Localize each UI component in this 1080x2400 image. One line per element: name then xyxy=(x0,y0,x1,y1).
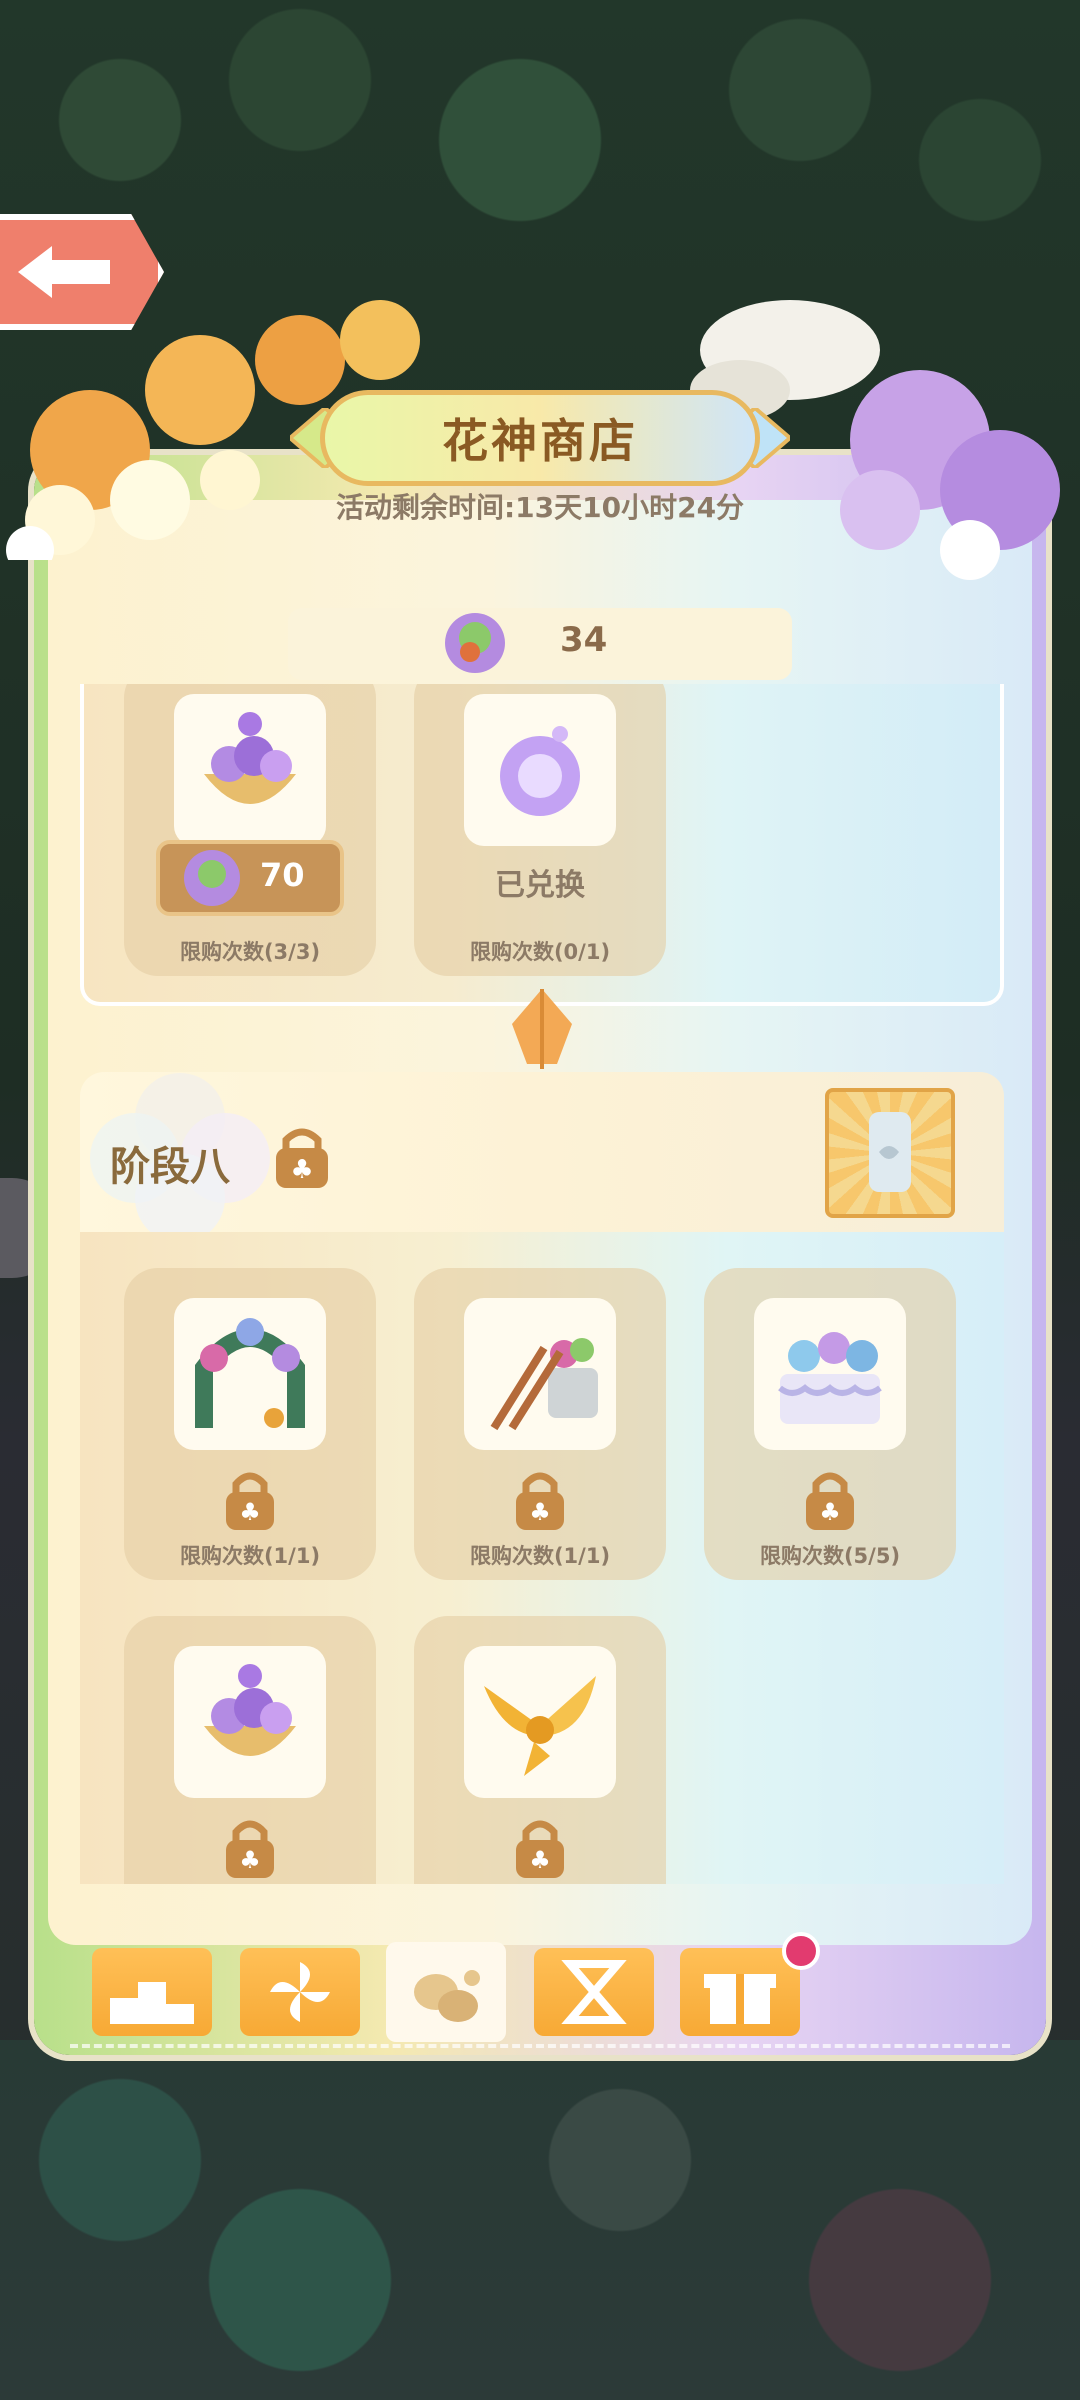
shop-item-card[interactable]: ♣ 限购次数(1/1) xyxy=(414,1268,666,1580)
notification-dot xyxy=(782,1932,820,1970)
tab-gift[interactable] xyxy=(680,1948,800,2036)
coins-icon xyxy=(414,1970,480,2022)
page-title: 花神商店 xyxy=(442,414,638,468)
flower-cake-icon xyxy=(778,1332,882,1424)
flower-basket-icon xyxy=(204,712,296,804)
redeemed-status: 已兑换 xyxy=(495,868,585,903)
shop-item-card[interactable]: 70 限购次数(3/3) xyxy=(124,684,376,976)
leaf-divider-icon xyxy=(512,989,572,1069)
reward-bottle-icon xyxy=(869,1112,911,1192)
svg-text:♣: ♣ xyxy=(239,1498,261,1526)
item-frame xyxy=(754,1298,906,1450)
item-frame xyxy=(464,694,616,846)
purchase-limit: 限购次数(0/1) xyxy=(469,940,611,964)
lock-icon: ♣ xyxy=(516,1820,564,1878)
lock-icon: ♣ xyxy=(226,1472,274,1530)
lock-icon: ♣ xyxy=(516,1472,564,1530)
lock-icon: ♣ xyxy=(226,1820,274,1878)
purchase-limit: 限购次数(1/1) xyxy=(469,1544,611,1568)
svg-text:♣: ♣ xyxy=(290,1155,313,1185)
item-frame xyxy=(174,1646,326,1798)
currency-value: 34 xyxy=(560,620,608,660)
background-garden xyxy=(0,2040,1080,2400)
tab-shop[interactable] xyxy=(386,1942,506,2042)
event-countdown: 活动剩余时间:13天10小时24分 xyxy=(335,491,745,524)
svg-text:♣: ♣ xyxy=(819,1498,841,1526)
lock-icon: ♣ xyxy=(276,1128,328,1188)
tab-hourglass[interactable] xyxy=(534,1948,654,2036)
tab-divider xyxy=(70,2044,1010,2048)
price-value: 70 xyxy=(260,856,305,894)
pinwheel-icon xyxy=(270,1962,330,2022)
flower-token-icon xyxy=(445,613,505,673)
lock-icon: ♣ xyxy=(806,1472,854,1530)
item-frame xyxy=(464,1646,616,1798)
podium-icon xyxy=(110,1982,194,2024)
stage-reward-chest[interactable] xyxy=(825,1088,955,1218)
purchase-limit: 限购次数(3/3) xyxy=(179,940,321,964)
stage-title: 阶段八 xyxy=(110,1144,230,1190)
garden-ladder-icon xyxy=(490,1338,598,1431)
purple-orb-icon xyxy=(500,726,580,816)
flower-basket-icon xyxy=(204,1664,296,1756)
title-banner: 花神商店 xyxy=(320,390,760,486)
back-arrow-icon xyxy=(18,246,110,298)
golden-wings-icon xyxy=(484,1676,596,1776)
svg-text:♣: ♣ xyxy=(529,1846,551,1874)
svg-text:♣: ♣ xyxy=(239,1846,261,1874)
gift-icon xyxy=(704,1974,776,2024)
tab-pinwheel[interactable] xyxy=(240,1948,360,2036)
item-frame xyxy=(464,1298,616,1450)
currency-display xyxy=(288,608,792,680)
item-frame xyxy=(174,1298,326,1450)
purchase-limit: 限购次数(1/1) xyxy=(179,1544,321,1568)
shop-item-card[interactable]: ♣ 限购次数(1/1) xyxy=(124,1268,376,1580)
purchase-limit: 限购次数(5/5) xyxy=(759,1544,901,1568)
shop-item-card[interactable]: 已兑换 限购次数(0/1) xyxy=(414,684,666,976)
shop-item-card[interactable]: ♣ xyxy=(414,1616,666,1884)
buy-button[interactable]: 70 xyxy=(156,840,344,916)
item-frame xyxy=(174,694,326,846)
shop-scroll-area[interactable]: 70 限购次数(3/3) 已兑换 限购次数(0/1) 阶段八 ♣ ♣ 限购次数(… xyxy=(80,684,1004,1884)
svg-text:♣: ♣ xyxy=(529,1498,551,1526)
shop-item-card[interactable]: ♣ 限购次数(5/5) xyxy=(704,1268,956,1580)
hourglass-icon xyxy=(561,1960,627,2024)
tab-ranking[interactable] xyxy=(92,1948,212,2036)
flower-token-icon xyxy=(184,850,240,906)
shop-item-card[interactable]: ♣ xyxy=(124,1616,376,1884)
flower-arch-icon xyxy=(195,1318,305,1428)
